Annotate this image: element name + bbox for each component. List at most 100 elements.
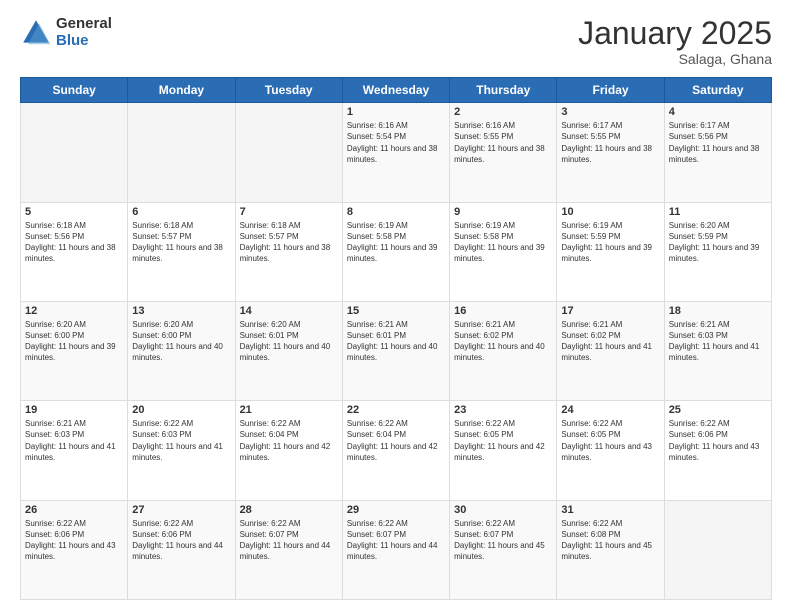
day-info: Sunrise: 6:20 AMSunset: 6:01 PMDaylight:… [240,319,338,364]
day-number: 27 [132,504,230,516]
calendar-week-row: 19Sunrise: 6:21 AMSunset: 6:03 PMDayligh… [21,401,772,500]
table-row: 15 Sunrise: 6:21 AMSunset: 6:01 PMDayligh… [342,301,449,400]
day-number: 10 [561,206,659,218]
day-number: 17 [561,305,659,317]
day-info: Sunrise: 6:20 AMSunset: 6:00 PMDaylight:… [132,319,230,364]
day-number: 8 [347,206,445,218]
table-row: 13 Sunrise: 6:20 AMSunset: 6:00 PMDayligh… [128,301,235,400]
table-row: 11Sunrise: 6:20 AMSunset: 5:59 PMDayligh… [664,202,771,301]
day-info: Sunrise: 6:22 AMSunset: 6:04 PMDaylight:… [240,418,338,463]
calendar-table: Sunday Monday Tuesday Wednesday Thursday… [20,77,772,600]
table-row: 16Sunrise: 6:21 AMSunset: 6:02 PMDayligh… [450,301,557,400]
month-title: January 2025 [578,16,772,51]
day-info: Sunrise: 6:22 AMSunset: 6:07 PMDaylight:… [454,518,552,563]
day-info: Sunrise: 6:18 AMSunset: 5:57 PMDaylight:… [132,220,230,265]
day-number: 22 [347,404,445,416]
table-row: 27 Sunrise: 6:22 AMSunset: 6:06 PMDayligh… [128,500,235,599]
day-number: 16 [454,305,552,317]
calendar-week-row: 5 Sunrise: 6:18 AMSunset: 5:56 PMDaylight… [21,202,772,301]
day-number: 30 [454,504,552,516]
table-row: 28 Sunrise: 6:22 AMSunset: 6:07 PMDayligh… [235,500,342,599]
day-number: 31 [561,504,659,516]
day-number: 29 [347,504,445,516]
table-row: 26Sunrise: 6:22 AMSunset: 6:06 PMDayligh… [21,500,128,599]
table-row: 1 Sunrise: 6:16 AMSunset: 5:54 PMDaylight… [342,103,449,202]
day-number: 15 [347,305,445,317]
table-row [128,103,235,202]
header: General Blue January 2025 Salaga, Ghana [20,16,772,67]
table-row: 17 Sunrise: 6:21 AMSunset: 6:02 PMDayligh… [557,301,664,400]
table-row [21,103,128,202]
day-number: 3 [561,106,659,118]
table-row [664,500,771,599]
day-info: Sunrise: 6:16 AMSunset: 5:55 PMDaylight:… [454,120,552,165]
col-saturday: Saturday [664,78,771,103]
day-number: 18 [669,305,767,317]
day-info: Sunrise: 6:21 AMSunset: 6:01 PMDaylight:… [347,319,445,364]
col-thursday: Thursday [450,78,557,103]
col-sunday: Sunday [21,78,128,103]
day-info: Sunrise: 6:21 AMSunset: 6:03 PMDaylight:… [25,418,123,463]
table-row: 2 Sunrise: 6:16 AMSunset: 5:55 PMDaylight… [450,103,557,202]
day-number: 2 [454,106,552,118]
day-number: 28 [240,504,338,516]
day-info: Sunrise: 6:22 AMSunset: 6:07 PMDaylight:… [240,518,338,563]
table-row: 25Sunrise: 6:22 AMSunset: 6:06 PMDayligh… [664,401,771,500]
weekday-header-row: Sunday Monday Tuesday Wednesday Thursday… [21,78,772,103]
day-number: 1 [347,106,445,118]
table-row: 30 Sunrise: 6:22 AMSunset: 6:07 PMDayligh… [450,500,557,599]
day-number: 20 [132,404,230,416]
table-row: 18 Sunrise: 6:21 AMSunset: 6:03 PMDayligh… [664,301,771,400]
day-info: Sunrise: 6:22 AMSunset: 6:03 PMDaylight:… [132,418,230,463]
col-monday: Monday [128,78,235,103]
table-row: 24Sunrise: 6:22 AMSunset: 6:05 PMDayligh… [557,401,664,500]
logo-icon [20,17,52,49]
table-row: 5 Sunrise: 6:18 AMSunset: 5:56 PMDaylight… [21,202,128,301]
day-info: Sunrise: 6:16 AMSunset: 5:54 PMDaylight:… [347,120,445,165]
table-row: 21 Sunrise: 6:22 AMSunset: 6:04 PMDayligh… [235,401,342,500]
day-number: 26 [25,504,123,516]
table-row: 6Sunrise: 6:18 AMSunset: 5:57 PMDaylight… [128,202,235,301]
day-number: 21 [240,404,338,416]
day-number: 12 [25,305,123,317]
logo-general-text: General [56,16,112,33]
table-row [235,103,342,202]
logo-text: General Blue [56,16,112,49]
page: General Blue January 2025 Salaga, Ghana … [0,0,792,612]
day-info: Sunrise: 6:17 AMSunset: 5:56 PMDaylight:… [669,120,767,165]
day-number: 14 [240,305,338,317]
day-info: Sunrise: 6:19 AMSunset: 5:58 PMDaylight:… [454,220,552,265]
table-row: 19Sunrise: 6:21 AMSunset: 6:03 PMDayligh… [21,401,128,500]
day-info: Sunrise: 6:22 AMSunset: 6:08 PMDaylight:… [561,518,659,563]
day-info: Sunrise: 6:21 AMSunset: 6:02 PMDaylight:… [561,319,659,364]
day-info: Sunrise: 6:19 AMSunset: 5:58 PMDaylight:… [347,220,445,265]
title-block: January 2025 Salaga, Ghana [578,16,772,67]
day-info: Sunrise: 6:20 AMSunset: 6:00 PMDaylight:… [25,319,123,364]
col-tuesday: Tuesday [235,78,342,103]
day-info: Sunrise: 6:18 AMSunset: 5:57 PMDaylight:… [240,220,338,265]
day-info: Sunrise: 6:22 AMSunset: 6:07 PMDaylight:… [347,518,445,563]
table-row: 14 Sunrise: 6:20 AMSunset: 6:01 PMDayligh… [235,301,342,400]
calendar-week-row: 26 Sunrise: 6:22 AMSunset: 6:06 PMDayligh… [21,500,772,599]
location: Salaga, Ghana [578,51,772,67]
calendar-week-row: 12 Sunrise: 6:20 AMSunset: 6:00 PMDayligh… [21,301,772,400]
day-info: Sunrise: 6:19 AMSunset: 5:59 PMDaylight:… [561,220,659,265]
table-row: 22 Sunrise: 6:22 AMSunset: 6:04 PMDayligh… [342,401,449,500]
table-row: 29 Sunrise: 6:22 AMSunset: 6:07 PMDayligh… [342,500,449,599]
table-row: 20 Sunrise: 6:22 AMSunset: 6:03 PMDayligh… [128,401,235,500]
day-number: 13 [132,305,230,317]
day-number: 5 [25,206,123,218]
table-row: 8 Sunrise: 6:19 AMSunset: 5:58 PMDaylight… [342,202,449,301]
day-info: Sunrise: 6:17 AMSunset: 5:55 PMDaylight:… [561,120,659,165]
day-number: 24 [561,404,659,416]
day-info: Sunrise: 6:22 AMSunset: 6:06 PMDaylight:… [132,518,230,563]
day-info: Sunrise: 6:21 AMSunset: 6:03 PMDaylight:… [669,319,767,364]
table-row: 3 Sunrise: 6:17 AMSunset: 5:55 PMDaylight… [557,103,664,202]
col-wednesday: Wednesday [342,78,449,103]
table-row: 12 Sunrise: 6:20 AMSunset: 6:00 PMDayligh… [21,301,128,400]
day-number: 4 [669,106,767,118]
table-row: 31 Sunrise: 6:22 AMSunset: 6:08 PMDayligh… [557,500,664,599]
day-info: Sunrise: 6:22 AMSunset: 6:04 PMDaylight:… [347,418,445,463]
day-info: Sunrise: 6:18 AMSunset: 5:56 PMDaylight:… [25,220,123,265]
table-row: 4 Sunrise: 6:17 AMSunset: 5:56 PMDaylight… [664,103,771,202]
